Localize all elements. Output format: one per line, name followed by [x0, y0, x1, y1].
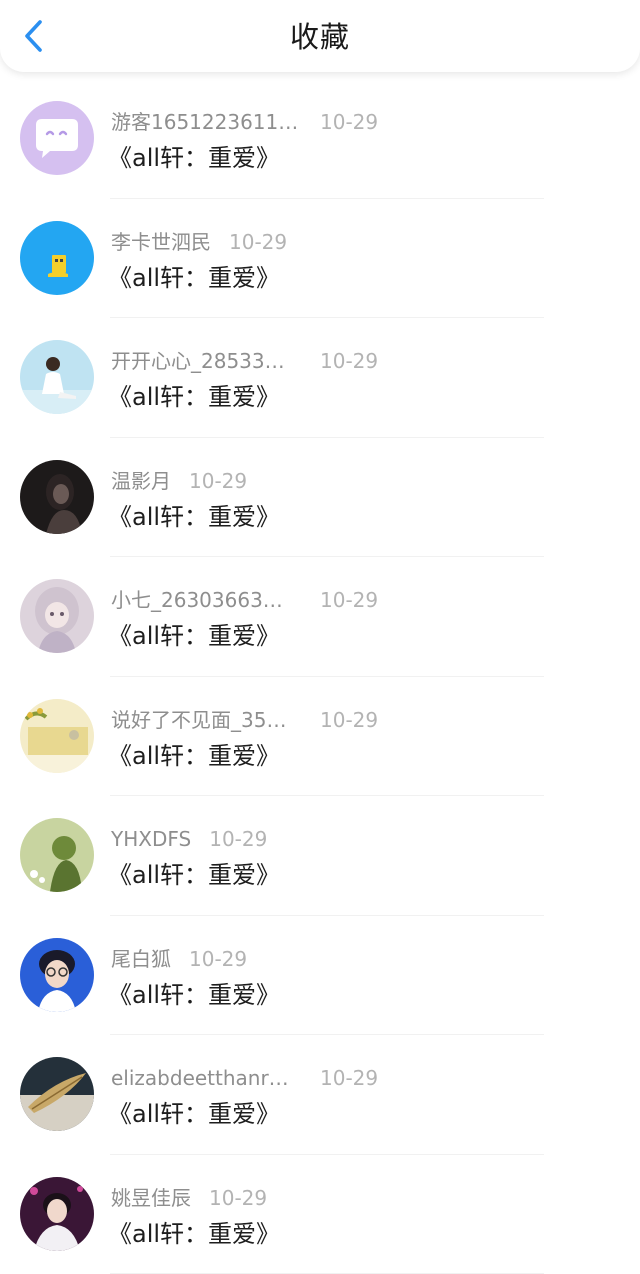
avatar	[20, 221, 94, 295]
date: 10-29	[320, 348, 378, 374]
list-item[interactable]: 小七_26303663…10-29 《all轩：重爱》	[0, 557, 640, 677]
avatar	[20, 818, 94, 892]
item-meta: 李卡世泗民 10-29	[111, 229, 287, 255]
item-meta: 说好了不见面_35…10-29	[111, 707, 286, 733]
username: 游客1651223611…	[111, 109, 298, 135]
item-title: 《all轩：重爱》	[108, 859, 280, 891]
item-meta: 游客1651223611…10-29	[111, 109, 298, 135]
username: 李卡世泗民	[111, 229, 211, 255]
list-item[interactable]: 游客1651223611…10-29 《all轩：重爱》	[0, 79, 640, 199]
username: elizabdeetthanr…	[111, 1065, 289, 1091]
item-meta: elizabdeetthanr…10-29	[111, 1065, 289, 1091]
date: 10-29	[189, 946, 247, 972]
item-title: 《all轩：重爱》	[108, 501, 280, 533]
date: 10-29	[320, 109, 378, 135]
date: 10-29	[229, 229, 287, 255]
item-meta: 小七_26303663…10-29	[111, 587, 283, 613]
item-meta: YHXDFS 10-29	[111, 826, 267, 852]
avatar	[20, 101, 94, 175]
date: 10-29	[320, 1065, 378, 1091]
item-title: 《all轩：重爱》	[108, 620, 280, 652]
list-item[interactable]: elizabdeetthanr…10-29 《all轩：重爱》	[0, 1035, 640, 1155]
username: 开开心心_28533…	[111, 348, 285, 374]
avatar	[20, 699, 94, 773]
list-item[interactable]: 姚昱佳辰 10-29 《all轩：重爱》	[0, 1155, 640, 1274]
item-meta: 开开心心_28533…10-29	[111, 348, 285, 374]
list-item[interactable]: YHXDFS 10-29 《all轩：重爱》	[0, 796, 640, 916]
avatar	[20, 579, 94, 653]
date: 10-29	[189, 468, 247, 494]
item-title: 《all轩：重爱》	[108, 262, 280, 294]
username: 尾白狐	[111, 946, 171, 972]
item-title: 《all轩：重爱》	[108, 1218, 280, 1250]
list-item[interactable]: 温影月 10-29 《all轩：重爱》	[0, 438, 640, 558]
date: 10-29	[209, 826, 267, 852]
favorites-list: 游客1651223611…10-29 《all轩：重爱》 李卡世泗民10-29 …	[0, 79, 640, 1274]
date: 10-29	[209, 1185, 267, 1211]
item-title: 《all轩：重爱》	[108, 740, 280, 772]
list-item[interactable]: 说好了不见面_35…10-29 《all轩：重爱》	[0, 677, 640, 797]
date: 10-29	[320, 587, 378, 613]
item-title: 《all轩：重爱》	[108, 1098, 280, 1130]
list-item[interactable]: 李卡世泗民 10-29 《all轩：重爱》	[0, 199, 640, 319]
item-title: 《all轩：重爱》	[108, 381, 280, 413]
list-item[interactable]: 开开心心_28533…10-29 《all轩：重爱》	[0, 318, 640, 438]
list-item[interactable]: 尾白狐 10-29 《all轩：重爱》	[0, 916, 640, 1036]
username: 温影月	[111, 468, 171, 494]
item-title: 《all轩：重爱》	[108, 142, 280, 174]
username: 姚昱佳辰	[111, 1185, 191, 1211]
item-meta: 姚昱佳辰 10-29	[111, 1185, 267, 1211]
username: 说好了不见面_35…	[111, 707, 286, 733]
item-title: 《all轩：重爱》	[108, 979, 280, 1011]
avatar	[20, 460, 94, 534]
username: YHXDFS	[111, 826, 191, 852]
username: 小七_26303663…	[111, 587, 283, 613]
date: 10-29	[320, 707, 378, 733]
avatar	[20, 340, 94, 414]
item-meta: 温影月 10-29	[111, 468, 247, 494]
item-meta: 尾白狐 10-29	[111, 946, 247, 972]
avatar	[20, 938, 94, 1012]
top-bar: 收藏	[0, 0, 640, 72]
avatar	[20, 1057, 94, 1131]
page-title: 收藏	[0, 18, 640, 56]
avatar	[20, 1177, 94, 1251]
